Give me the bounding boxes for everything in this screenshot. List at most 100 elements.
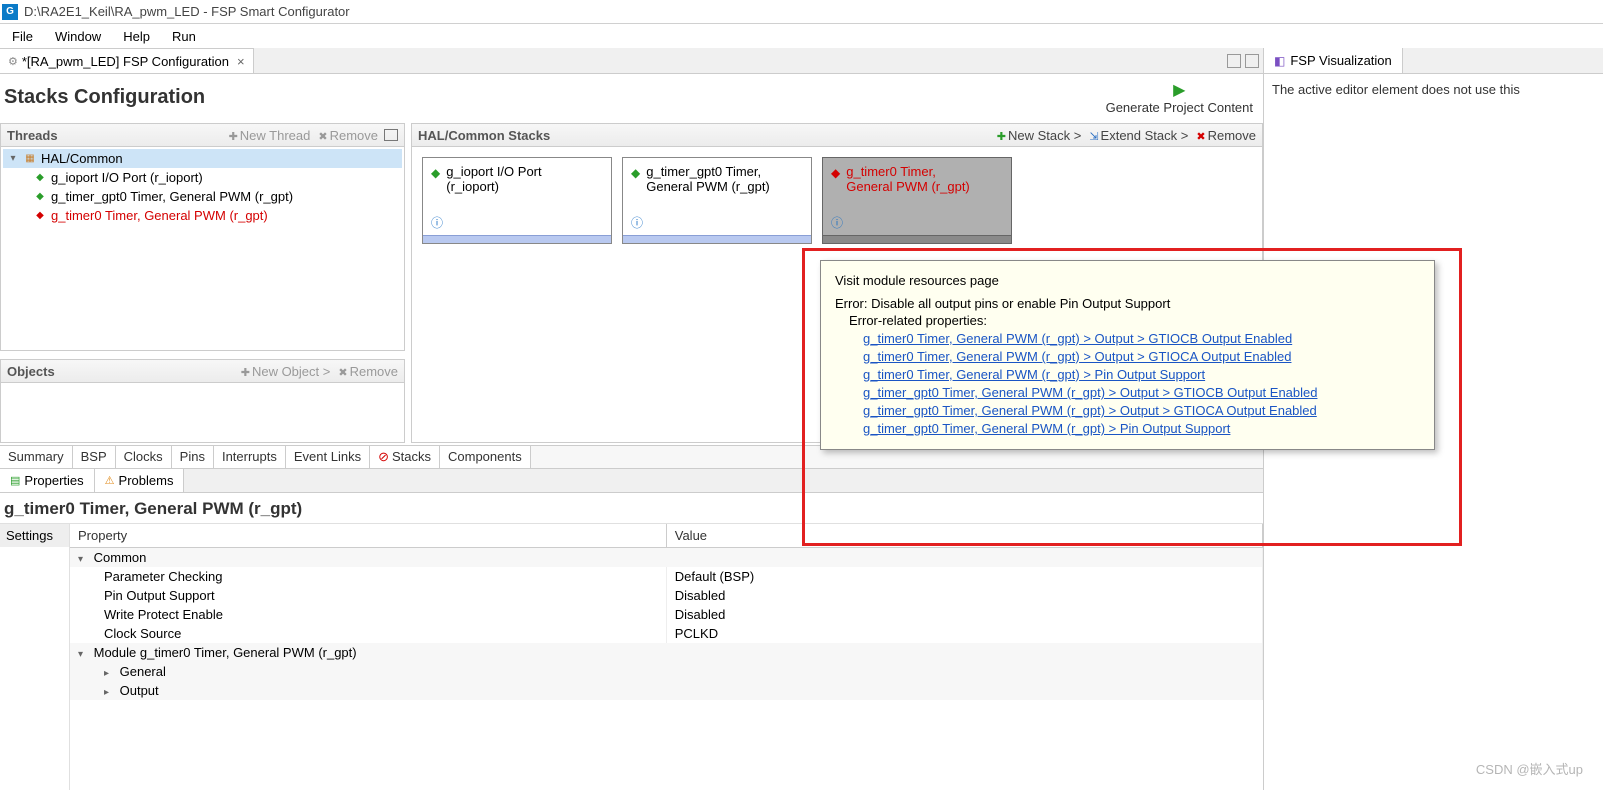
tree-label: g_timer_gpt0 Timer, General PWM (r_gpt) xyxy=(51,189,293,204)
subgroup-general[interactable]: ▸ General xyxy=(70,662,1263,681)
col-property[interactable]: Property xyxy=(70,524,666,548)
chevron-right-icon[interactable]: ▸ xyxy=(104,668,116,679)
chevron-right-icon[interactable]: ▸ xyxy=(104,687,116,698)
subgroup-output[interactable]: ▸ Output xyxy=(70,681,1263,700)
objects-title: Objects xyxy=(7,364,233,379)
x-icon: ✖ xyxy=(318,131,327,143)
tooltip-link[interactable]: g_timer_gpt0 Timer, General PWM (r_gpt) … xyxy=(863,403,1420,418)
window-title: D:\RA2E1_Keil\RA_pwm_LED - FSP Smart Con… xyxy=(24,4,350,19)
module-icon: ◆ xyxy=(33,171,47,185)
error-icon: ⊘ xyxy=(378,449,389,464)
page-title: Stacks Configuration xyxy=(4,86,205,109)
tooltip-link[interactable]: g_timer_gpt0 Timer, General PWM (r_gpt) … xyxy=(863,421,1420,436)
plus-icon: ✚ xyxy=(997,131,1006,143)
tab-stacks[interactable]: ⊘Stacks xyxy=(370,446,440,468)
stacks-header: Stacks Configuration ▶ Generate Project … xyxy=(0,74,1263,123)
menu-bar: File Window Help Run xyxy=(0,24,1603,48)
objects-body[interactable] xyxy=(0,383,405,443)
threads-title: Threads xyxy=(7,128,221,143)
info-icon[interactable]: ⓘ xyxy=(823,214,1011,235)
tooltip-link[interactable]: g_timer_gpt0 Timer, General PWM (r_gpt) … xyxy=(863,385,1420,400)
chevron-down-icon[interactable]: ▾ xyxy=(7,153,19,164)
generate-project-content-button[interactable]: ▶ Generate Project Content xyxy=(1106,80,1253,115)
app-icon: G xyxy=(2,4,18,20)
group-module[interactable]: ▾ Module g_timer0 Timer, General PWM (r_… xyxy=(70,643,1263,662)
chevron-down-icon[interactable]: ▾ xyxy=(78,649,90,660)
info-icon[interactable]: ⓘ xyxy=(423,214,611,235)
extend-icon: ⇲ xyxy=(1089,131,1098,143)
new-stack-button[interactable]: ✚New Stack > xyxy=(997,128,1082,143)
new-object-button[interactable]: ✚New Object > xyxy=(241,364,331,379)
stack-box-timer-gpt0[interactable]: ◆g_timer_gpt0 Timer,General PWM (r_gpt) … xyxy=(622,157,812,244)
generate-label: Generate Project Content xyxy=(1106,100,1253,115)
editor-tab-bar: ⚙ *[RA_pwm_LED] FSP Configuration × xyxy=(0,48,1263,74)
properties-table[interactable]: Property Value ▾ Common Parameter Checki… xyxy=(70,524,1263,790)
module-icon: ◆ xyxy=(631,166,640,212)
module-error-icon: ◆ xyxy=(831,166,840,212)
tab-summary[interactable]: Summary xyxy=(0,446,73,468)
module-icon: ◆ xyxy=(431,166,440,212)
stack-bar xyxy=(623,235,811,243)
tree-node-ioport[interactable]: ◆ g_ioport I/O Port (r_ioport) xyxy=(3,168,402,187)
tab-fsp-visualization[interactable]: ◧ FSP Visualization xyxy=(1264,48,1403,73)
x-icon: ✖ xyxy=(338,367,347,379)
tree-node-hal-common[interactable]: ▾ ▦ HAL/Common xyxy=(3,149,402,168)
tooltip-visit: Visit module resources page xyxy=(835,273,1420,288)
module-error-icon: ◆ xyxy=(33,209,47,223)
tab-pins[interactable]: Pins xyxy=(172,446,214,468)
maximize-icon[interactable] xyxy=(1245,54,1259,68)
problems-icon: ⚠ xyxy=(105,474,115,487)
stack-bar xyxy=(423,235,611,243)
stack-box-timer0[interactable]: ◆g_timer0 Timer,General PWM (r_gpt) ⓘ xyxy=(822,157,1012,244)
group-common[interactable]: ▾ Common xyxy=(70,548,1263,568)
menu-help[interactable]: Help xyxy=(113,27,160,46)
remove-stack-button[interactable]: ✖Remove xyxy=(1196,128,1256,143)
stack-icon: ▦ xyxy=(23,152,37,166)
sidebar-item-settings[interactable]: Settings xyxy=(0,524,69,547)
hal-stacks-header: HAL/Common Stacks ✚New Stack > ⇲Extend S… xyxy=(411,123,1263,147)
prop-row[interactable]: Write Protect EnableDisabled xyxy=(70,605,1263,624)
tree-node-timer0[interactable]: ◆ g_timer0 Timer, General PWM (r_gpt) xyxy=(3,206,402,225)
editor-tab-label: *[RA_pwm_LED] FSP Configuration xyxy=(22,54,229,69)
tab-bsp[interactable]: BSP xyxy=(73,446,116,468)
tree-label: g_ioport I/O Port (r_ioport) xyxy=(51,170,203,185)
watermark: CSDN @嵌入式up xyxy=(1476,759,1583,778)
remove-object-button[interactable]: ✖Remove xyxy=(338,364,398,379)
tab-components[interactable]: Components xyxy=(440,446,531,468)
remove-thread-button[interactable]: ✖Remove xyxy=(318,128,378,143)
tree-label: g_timer0 Timer, General PWM (r_gpt) xyxy=(51,208,268,223)
title-bar: G D:\RA2E1_Keil\RA_pwm_LED - FSP Smart C… xyxy=(0,0,1603,24)
prop-row[interactable]: Clock SourcePCLKD xyxy=(70,624,1263,643)
close-icon[interactable]: × xyxy=(237,54,245,69)
prop-row[interactable]: Pin Output SupportDisabled xyxy=(70,586,1263,605)
chevron-down-icon[interactable]: ▾ xyxy=(78,554,90,565)
tab-interrupts[interactable]: Interrupts xyxy=(214,446,286,468)
menu-run[interactable]: Run xyxy=(162,27,206,46)
editor-tab-fsp-config[interactable]: ⚙ *[RA_pwm_LED] FSP Configuration × xyxy=(0,48,254,73)
tab-properties[interactable]: ▤Properties xyxy=(0,469,95,492)
info-icon[interactable]: ⓘ xyxy=(623,214,811,235)
tab-problems[interactable]: ⚠Problems xyxy=(95,469,185,492)
minimize-icon[interactable] xyxy=(1227,54,1241,68)
tree-node-timer-gpt0[interactable]: ◆ g_timer_gpt0 Timer, General PWM (r_gpt… xyxy=(3,187,402,206)
prop-row[interactable]: Parameter CheckingDefault (BSP) xyxy=(70,567,1263,586)
visualization-icon: ◧ xyxy=(1274,54,1285,68)
tooltip-related-label: Error-related properties: xyxy=(849,313,1420,328)
threads-tree[interactable]: ▾ ▦ HAL/Common ◆ g_ioport I/O Port (r_io… xyxy=(0,147,405,351)
tab-event-links[interactable]: Event Links xyxy=(286,446,370,468)
tab-clocks[interactable]: Clocks xyxy=(116,446,172,468)
right-body-text: The active editor element does not use t… xyxy=(1264,74,1603,105)
menu-file[interactable]: File xyxy=(2,27,43,46)
module-icon: ◆ xyxy=(33,190,47,204)
view-tabs: ▤Properties ⚠Problems xyxy=(0,469,1263,493)
col-value[interactable]: Value xyxy=(666,524,1262,548)
menu-window[interactable]: Window xyxy=(45,27,111,46)
stack-box-ioport[interactable]: ◆g_ioport I/O Port(r_ioport) ⓘ xyxy=(422,157,612,244)
tooltip-link[interactable]: g_timer0 Timer, General PWM (r_gpt) > Ou… xyxy=(863,331,1420,346)
new-thread-button[interactable]: ✚New Thread xyxy=(229,128,311,143)
tooltip-link[interactable]: g_timer0 Timer, General PWM (r_gpt) > Ou… xyxy=(863,349,1420,364)
tooltip-link[interactable]: g_timer0 Timer, General PWM (r_gpt) > Pi… xyxy=(863,367,1420,382)
extend-stack-button[interactable]: ⇲Extend Stack > xyxy=(1089,128,1188,143)
collapse-icon[interactable] xyxy=(384,129,398,141)
stack-bar xyxy=(823,235,1011,243)
